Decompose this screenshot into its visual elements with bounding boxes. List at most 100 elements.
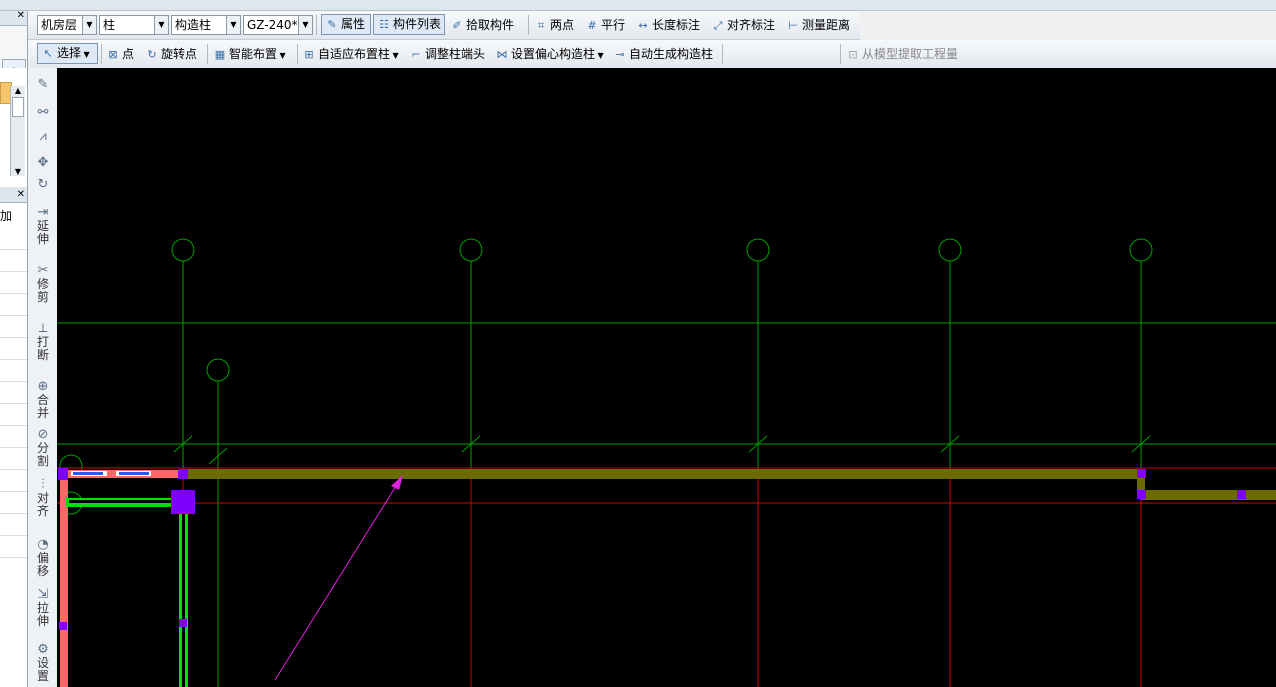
chevron-down-icon[interactable]: ▼ bbox=[81, 50, 90, 59]
vtool-settings[interactable]: ⚙ 设 置 bbox=[29, 643, 57, 683]
mirror-tool[interactable]: ⩘ bbox=[29, 130, 57, 144]
toolbar-divider bbox=[297, 44, 298, 64]
length-dimension-button[interactable]: ↔ 长度标注 bbox=[636, 15, 700, 35]
axis-bubble bbox=[171, 238, 195, 262]
vtool-break[interactable]: ⟂ 打 断 bbox=[29, 322, 57, 362]
adjust-end-icon: ⌐ bbox=[411, 48, 421, 61]
chevron-down-icon[interactable]: ▼ bbox=[226, 16, 240, 34]
draw-tool[interactable]: ✎ bbox=[29, 78, 57, 92]
chevron-down-icon[interactable]: ▼ bbox=[390, 51, 399, 60]
point-label: 点 bbox=[122, 47, 135, 61]
column bbox=[1237, 490, 1246, 499]
member-select[interactable]: GZ-240*2 ▼ bbox=[243, 15, 313, 35]
column bbox=[171, 490, 195, 514]
adjust-column-end-label: 调整柱端头 bbox=[425, 47, 486, 61]
select-button[interactable]: ↖ 选择 ▼ bbox=[37, 43, 98, 64]
pencil-icon: ✎ bbox=[37, 77, 49, 92]
adjust-column-end-button[interactable]: ⌐ 调整柱端头 bbox=[409, 44, 485, 64]
point-button[interactable]: ⊠ 点 bbox=[106, 44, 134, 64]
member-select-value: GZ-240*2 bbox=[247, 18, 306, 32]
vtool-label: 修 剪 bbox=[36, 277, 49, 304]
close-icon[interactable]: ✕ bbox=[17, 10, 25, 21]
chevron-down-icon[interactable]: ▼ bbox=[11, 167, 25, 176]
close-icon[interactable]: ✕ bbox=[17, 187, 25, 203]
smart-layout-button[interactable]: ▦ 智能布置 ▼ bbox=[213, 44, 286, 64]
axis-bubble bbox=[206, 358, 230, 382]
chevron-down-icon[interactable]: ▼ bbox=[154, 16, 168, 34]
chevron-down-icon[interactable]: ▼ bbox=[298, 16, 312, 34]
subtype-select[interactable]: 构造柱 ▼ bbox=[171, 15, 241, 35]
mirror-icon: ⩘ bbox=[39, 129, 47, 144]
measure-distance-button[interactable]: ⊢ 测量距离 bbox=[786, 15, 850, 35]
drawing-canvas[interactable] bbox=[57, 68, 1276, 687]
extract-quantity-button[interactable]: ⊡ 从模型提取工程量 bbox=[846, 44, 958, 64]
window-mullion bbox=[107, 470, 116, 478]
type-select[interactable]: 柱 ▼ bbox=[99, 15, 169, 35]
axis-bubble bbox=[1129, 238, 1153, 262]
vtool-stretch[interactable]: ⇲ 拉 伸 bbox=[29, 588, 57, 628]
rotate-point-button[interactable]: ↻ 旋转点 bbox=[145, 44, 197, 64]
rotate-point-label: 旋转点 bbox=[161, 47, 198, 61]
parallel-button[interactable]: # 平行 bbox=[585, 15, 625, 35]
split-icon: ⊘ bbox=[37, 427, 49, 442]
properties-label: 属性 bbox=[341, 17, 366, 31]
vtool-label: 设 置 bbox=[36, 656, 49, 683]
vtool-label: 打 断 bbox=[36, 335, 49, 362]
vtool-offset[interactable]: ◔ 偏 移 bbox=[29, 538, 57, 578]
rotate-icon: ↻ bbox=[37, 177, 49, 192]
vtool-label: 合 并 bbox=[36, 393, 49, 420]
pick-component-button[interactable]: ✐ 拾取构件 bbox=[450, 15, 514, 35]
column bbox=[178, 469, 188, 479]
two-point-label: 两点 bbox=[550, 18, 575, 32]
adaptive-column-icon: ⊞ bbox=[304, 48, 314, 61]
auto-generate-icon: ⊸ bbox=[615, 48, 625, 61]
floor-select[interactable]: 机房层 ▼ bbox=[37, 15, 97, 35]
chevron-down-icon[interactable]: ▼ bbox=[82, 16, 96, 34]
toolbar-divider bbox=[840, 44, 841, 64]
toolbar-divider bbox=[316, 15, 317, 35]
column bbox=[1137, 490, 1146, 499]
left-panel-scrollbar[interactable]: ▲ ▼ bbox=[10, 86, 25, 176]
offset-icon: ◔ bbox=[37, 537, 49, 552]
vtool-label: 对 齐 bbox=[36, 491, 49, 518]
aligned-dimension-button[interactable]: ⤢ 对齐标注 bbox=[711, 15, 775, 35]
stretch-icon: ⇲ bbox=[37, 587, 49, 602]
vtool-extend[interactable]: ⇥ 延 伸 bbox=[29, 206, 57, 246]
cad-drawing[interactable] bbox=[57, 68, 1276, 687]
type-select-value: 柱 bbox=[103, 18, 116, 32]
toolbar-divider bbox=[101, 44, 102, 64]
scrollbar-thumb[interactable] bbox=[12, 97, 24, 117]
window-pane bbox=[119, 472, 149, 475]
vtool-trim[interactable]: ✂ 修 剪 bbox=[29, 264, 57, 304]
align-icon: ⫶ bbox=[41, 477, 45, 492]
left-panel: ▲ ▼ ✕ 加 bbox=[0, 68, 28, 687]
panel-header: ✕ bbox=[0, 187, 27, 203]
copy-tool[interactable]: ⚯ bbox=[29, 106, 57, 120]
add-label: 加 bbox=[0, 209, 13, 223]
move-tool[interactable]: ✥ bbox=[29, 156, 57, 170]
rotate-tool[interactable]: ↻ bbox=[29, 178, 57, 192]
vtool-align[interactable]: ⫶ 对 齐 bbox=[29, 478, 57, 518]
smart-layout-icon: ▦ bbox=[214, 48, 226, 61]
properties-icon: ✎ bbox=[327, 18, 337, 31]
two-point-button[interactable]: ⌗ 两点 bbox=[534, 15, 574, 35]
chevron-down-icon[interactable]: ▼ bbox=[277, 51, 286, 60]
axis-bubble bbox=[459, 238, 483, 262]
auto-generate-button[interactable]: ⊸ 自动生成构造柱 bbox=[613, 44, 713, 64]
adaptive-column-button[interactable]: ⊞ 自适应布置柱 ▼ bbox=[302, 44, 399, 64]
merge-icon: ⊕ bbox=[37, 379, 49, 394]
eccentric-column-button[interactable]: ⋈ 设置偏心构造柱 ▼ bbox=[495, 44, 604, 64]
component-list-button[interactable]: ☷ 构件列表 bbox=[373, 14, 445, 35]
chevron-up-icon[interactable]: ▲ bbox=[11, 86, 25, 95]
break-icon: ⟂ bbox=[38, 321, 48, 336]
column bbox=[179, 619, 187, 627]
point-icon: ⊠ bbox=[108, 48, 118, 61]
vtool-label: 拉 伸 bbox=[36, 601, 49, 628]
vtool-split[interactable]: ⊘ 分 割 bbox=[29, 428, 57, 468]
annotation-arrow-line bbox=[274, 477, 402, 681]
properties-button[interactable]: ✎ 属性 bbox=[321, 14, 371, 35]
chevron-down-icon[interactable]: ▼ bbox=[595, 51, 604, 60]
pick-component-label: 拾取构件 bbox=[466, 18, 515, 32]
vtool-merge[interactable]: ⊕ 合 并 bbox=[29, 380, 57, 420]
eccentric-icon: ⋈ bbox=[496, 48, 508, 61]
